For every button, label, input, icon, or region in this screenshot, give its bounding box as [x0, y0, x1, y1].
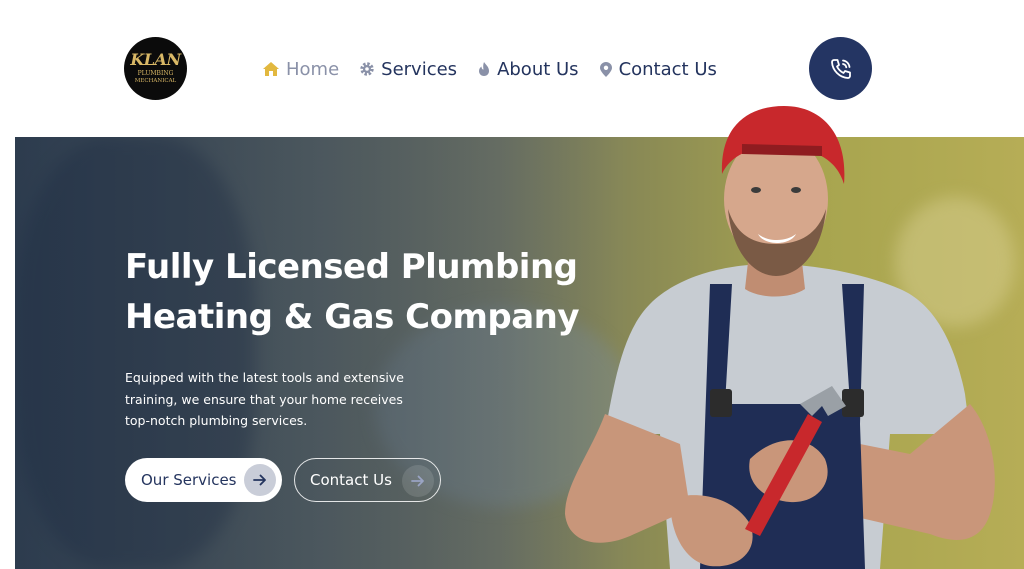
- our-services-label: Our Services: [141, 471, 237, 489]
- main-nav: Home Services About Us Contact Us: [262, 55, 737, 83]
- headline-line-1: Fully Licensed Plumbing: [125, 247, 578, 287]
- gear-icon: [360, 62, 374, 76]
- brand-logo[interactable]: KLAN PLUMBING MECHANICAL: [124, 37, 187, 100]
- contact-us-label: Contact Us: [310, 471, 392, 489]
- logo-wordmark: KLAN: [130, 50, 181, 69]
- nav-label-home: Home: [286, 58, 340, 80]
- arrow-right-icon: [244, 464, 276, 496]
- hero-headline: Fully Licensed Plumbing Heating & Gas Co…: [125, 242, 645, 342]
- nav-item-services[interactable]: Services: [359, 59, 457, 80]
- contact-us-button[interactable]: Contact Us: [294, 458, 441, 502]
- nav-label-services: Services: [381, 58, 458, 80]
- description-line-2: training, we ensure that your home recei…: [125, 391, 403, 407]
- nav-label-contact: Contact Us: [618, 58, 717, 80]
- location-pin-icon: [599, 61, 612, 77]
- phone-call-icon: [830, 58, 851, 79]
- home-icon: [263, 62, 279, 76]
- flame-icon: [479, 62, 490, 76]
- nav-label-about: About Us: [497, 58, 579, 80]
- description-line-1: Equipped with the latest tools and exten…: [125, 370, 404, 385]
- description-line-3: top-notch plumbing services.: [125, 413, 308, 428]
- nav-item-contact[interactable]: Contact Us: [599, 59, 717, 80]
- our-services-button[interactable]: Our Services: [125, 458, 282, 502]
- arrow-right-icon: [402, 465, 434, 497]
- nav-item-about[interactable]: About Us: [477, 59, 579, 80]
- logo-subtitle-1: PLUMBING: [137, 70, 174, 77]
- headline-line-2: Heating & Gas Company: [125, 297, 580, 337]
- logo-subtitle-2: MECHANICAL: [134, 78, 177, 84]
- hero-description: Equipped with the latest tools and exten…: [125, 367, 415, 432]
- nav-item-home[interactable]: Home: [262, 59, 339, 80]
- overall-buckle-left: [710, 389, 732, 417]
- call-button[interactable]: [809, 37, 872, 100]
- overall-buckle-right: [842, 389, 864, 417]
